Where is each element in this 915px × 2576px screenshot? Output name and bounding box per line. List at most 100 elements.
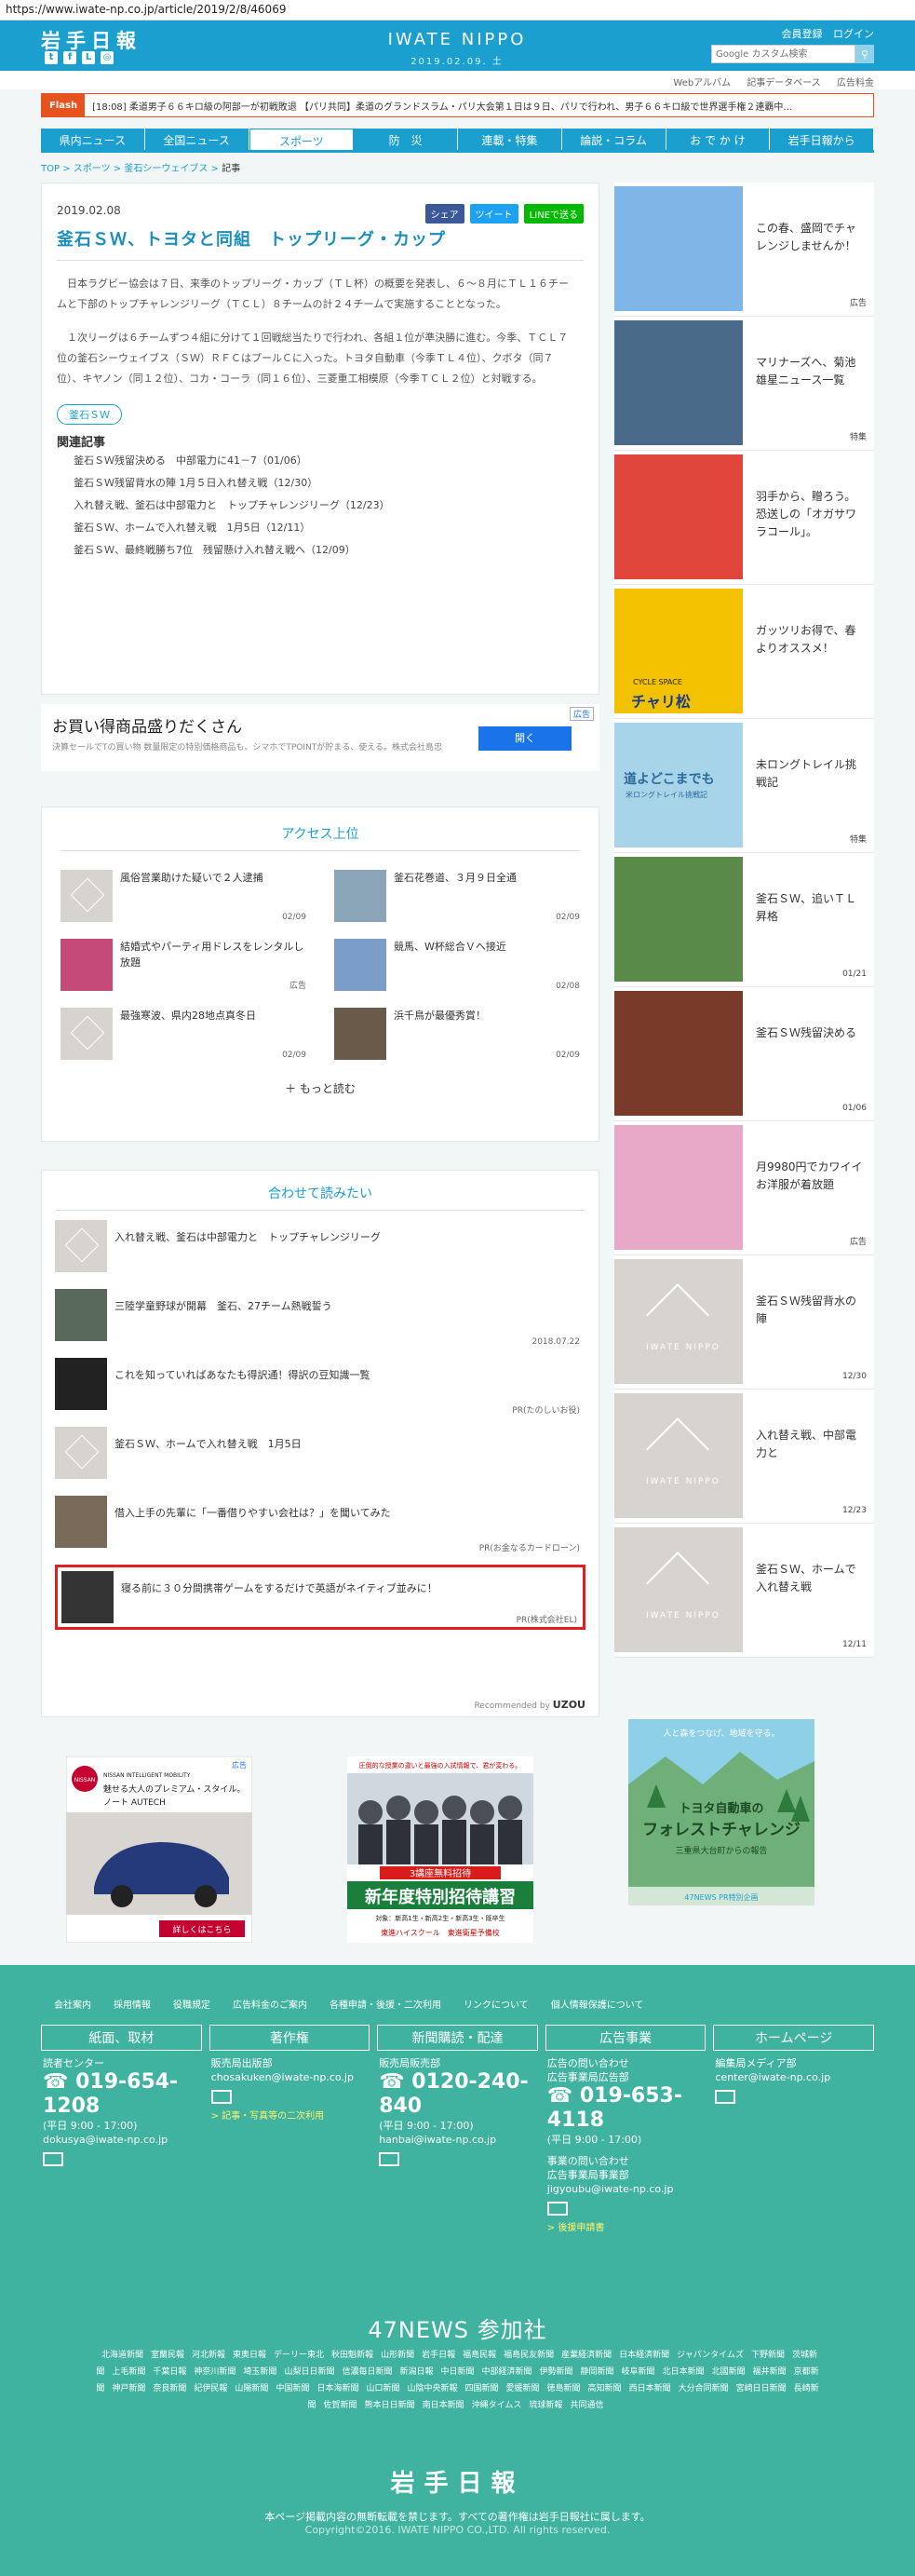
sidebar-thumbnail[interactable]: CYCLE SPACE チャリ松 xyxy=(614,589,743,713)
recommendation-thumbnail[interactable] xyxy=(55,1496,107,1548)
ranking-title[interactable]: 浜千鳥が最優秀賞！ xyxy=(394,1008,486,1064)
breadcrumb-sports[interactable]: スポーツ xyxy=(74,164,111,174)
mail-icon[interactable] xyxy=(715,2090,736,2104)
member-paper-link[interactable]: 中日新聞 xyxy=(440,2367,474,2377)
member-paper-link[interactable]: 南日本新聞 xyxy=(423,2401,464,2410)
member-paper-link[interactable]: 埼玉新聞 xyxy=(243,2367,276,2377)
sidebar-title[interactable]: この春、盛岡でチャレンジしませんか！ xyxy=(743,186,874,312)
nav-outings[interactable]: お で か け xyxy=(666,129,771,150)
member-paper-link[interactable]: 日本海新聞 xyxy=(316,2384,358,2393)
member-paper-link[interactable]: 琉球新報 xyxy=(529,2401,562,2410)
member-paper-link[interactable]: 神戸新聞 xyxy=(112,2384,145,2393)
phone-number[interactable]: ☎ 0120-240-840 xyxy=(379,2070,536,2119)
footer-link[interactable]: 採用情報 xyxy=(114,1997,151,2011)
member-paper-link[interactable]: 山形新聞 xyxy=(381,2351,414,2360)
related-link[interactable]: 釜石ＳＷ、ホームで入れ替え戦 1月5日（12/11） xyxy=(57,517,584,539)
member-paper-link[interactable]: 岐阜新聞 xyxy=(622,2367,655,2377)
sidebar-item[interactable]: 釜石ＳＷ、追いＴＬ昇格 01/21 xyxy=(614,853,874,987)
footer-link[interactable]: 役職規定 xyxy=(173,1997,210,2011)
related-link[interactable]: 釜石ＳＷ残留決める 中部電力に41－7（01/06） xyxy=(57,450,584,472)
ranking-title[interactable]: 結婚式やパーティ用ドレスをレンタルし放題 xyxy=(120,939,306,995)
member-paper-link[interactable]: 四国新聞 xyxy=(465,2384,499,2393)
sidebar-item[interactable]: 羽手から、贈ろう。恐送しの「オガサワラコール」。 xyxy=(614,451,874,585)
instagram-icon[interactable]: ◎ xyxy=(101,51,114,64)
sidebar-thumbnail[interactable] xyxy=(614,857,743,982)
flash-text[interactable]: [18:08] 柔道男子６６キロ級の阿部一が初戦敗退 【パリ共同】柔道のグランド… xyxy=(85,99,792,113)
member-paper-link[interactable]: 大分合同新聞 xyxy=(679,2384,729,2393)
ranking-item[interactable]: 競馬、W杯総合Ｖへ接近 02/08 xyxy=(334,939,580,995)
twitter-share-button[interactable]: ツイート xyxy=(469,204,518,224)
footer-email[interactable]: dokusya@iwate-np.co.jp xyxy=(43,2133,200,2147)
ranking-item[interactable]: 結婚式やパーティ用ドレスをレンタルし放題 広告 xyxy=(61,939,306,995)
sidebar-title[interactable]: 釜石ＳＷ、追いＴＬ昇格 xyxy=(743,857,874,983)
facebook-icon[interactable]: f xyxy=(63,51,76,64)
highlighted-recommendation[interactable]: 寝る前に３０分間携帯ゲームをするだけで英語がネイティブ並みに！ PR(株式会社EL… xyxy=(55,1565,585,1630)
register-link[interactable]: 会員登録 xyxy=(782,28,823,40)
footer-email[interactable]: center@iwate-np.co.jp xyxy=(715,2070,872,2084)
sidebar-thumbnail[interactable]: IWATE NIPPO xyxy=(614,1259,743,1384)
sidebar-title[interactable]: 羽手から、贈ろう。恐送しの「オガサワラコール」。 xyxy=(743,454,874,580)
sidebar-item[interactable]: IWATE NIPPO 釜石ＳＷ残留背水の陣 12/30 xyxy=(614,1255,874,1390)
member-paper-link[interactable]: 岩手日報 xyxy=(422,2351,455,2360)
member-paper-link[interactable]: 愛媛新聞 xyxy=(506,2384,540,2393)
member-paper-link[interactable]: 福島民友新聞 xyxy=(504,2351,554,2360)
recommendation-title[interactable]: 三陸学童野球が開幕 釜石、27チーム熱戦誓う xyxy=(114,1298,332,1349)
twitter-icon[interactable]: t xyxy=(45,51,58,64)
member-paper-link[interactable]: 高知新聞 xyxy=(588,2384,622,2393)
footer-email[interactable]: hanbai@iwate-np.co.jp xyxy=(379,2133,536,2147)
sidebar-item[interactable]: マリナーズへ、菊池雄星ニュース一覧 特集 xyxy=(614,317,874,451)
reuse-link[interactable]: > 記事・写真等の二次利用 xyxy=(211,2109,369,2123)
sponsorship-link[interactable]: > 後援申請書 xyxy=(547,2221,705,2235)
breadcrumb-top[interactable]: TOP xyxy=(41,164,60,174)
member-paper-link[interactable]: 徳島新聞 xyxy=(547,2384,581,2393)
recommendation-thumbnail[interactable] xyxy=(55,1289,107,1341)
breadcrumb-team[interactable]: 釜石シーウェイブス xyxy=(124,164,208,174)
more-button[interactable]: ＋ もっと読む xyxy=(61,1080,580,1096)
recommendation-title[interactable]: これを知っていればあなたも得訳通！得訳の豆知識一覧 xyxy=(114,1367,370,1417)
text-ad[interactable]: 広告 お買い得商品盛りだくさん 決算セールでTの買い物 数量限定の特別価格商品も… xyxy=(41,704,599,771)
line-icon[interactable]: L xyxy=(82,51,95,64)
footer-logo[interactable]: 岩手日報 xyxy=(0,2464,915,2499)
sidebar-title[interactable]: 未ロングトレイル挑戦記 xyxy=(743,723,874,848)
ranking-thumbnail[interactable] xyxy=(334,870,386,922)
footer-link[interactable]: 個人情報保護について xyxy=(551,1997,644,2011)
member-paper-link[interactable]: 北日本新聞 xyxy=(663,2367,705,2377)
recommendation-item[interactable]: 借入上手の先輩に「一番借りやすい会社は？」を聞いてみた PR(お金なるカードローン… xyxy=(55,1496,585,1555)
member-paper-link[interactable]: 産業経済新聞 xyxy=(561,2351,612,2360)
sidebar-item[interactable]: 月9980円でカワイイお洋服が着放題 広告 xyxy=(614,1121,874,1255)
phone-number[interactable]: ☎ 019-653-4118 xyxy=(547,2084,705,2133)
nav-sports[interactable]: スポーツ xyxy=(249,129,355,150)
ad-open-button[interactable]: 開く xyxy=(478,726,572,751)
ranking-item[interactable]: 浜千鳥が最優秀賞！ 02/09 xyxy=(334,1008,580,1064)
recommendation-title[interactable]: 入れ替え戦、釜石は中部電力と トップチャレンジリーグ xyxy=(114,1229,381,1280)
ranking-title[interactable]: 風俗営業助けた疑いで２人逮捕 xyxy=(120,870,263,926)
member-paper-link[interactable]: 河北新報 xyxy=(192,2351,225,2360)
ranking-thumbnail[interactable] xyxy=(334,939,386,991)
ranking-item[interactable]: 風俗営業助けた疑いで２人逮捕 02/09 xyxy=(61,870,306,926)
member-paper-link[interactable]: 山梨日日新聞 xyxy=(284,2367,334,2377)
nav-editorial[interactable]: 論説・コラム xyxy=(561,129,666,150)
member-paper-link[interactable]: 信濃毎日新聞 xyxy=(342,2367,392,2377)
nav-disaster[interactable]: 防 災 xyxy=(354,129,458,150)
member-paper-link[interactable]: 下野新聞 xyxy=(751,2351,785,2360)
related-link[interactable]: 入れ替え戦、釜石は中部電力と トップチャレンジリーグ（12/23） xyxy=(57,495,584,517)
member-paper-link[interactable]: 静岡新聞 xyxy=(581,2367,614,2377)
nav-national-news[interactable]: 全国ニュース xyxy=(144,129,249,150)
nav-features[interactable]: 連載・特集 xyxy=(458,129,562,150)
center-logo[interactable]: IWATE NIPPO 2019.02.09. 土 xyxy=(369,30,545,67)
recommendation-item[interactable]: 釜石ＳＷ、ホームで入れ替え戦 1月5日 xyxy=(55,1427,585,1486)
member-paper-link[interactable]: 熊本日日新聞 xyxy=(365,2401,415,2410)
member-paper-link[interactable]: 北海道新聞 xyxy=(101,2351,143,2360)
mail-icon[interactable] xyxy=(210,2090,232,2104)
member-paper-link[interactable]: 北國新聞 xyxy=(712,2367,746,2377)
address-bar[interactable]: https://www.iwate-np.co.jp/article/2019/… xyxy=(0,0,915,20)
sidebar-thumbnail[interactable] xyxy=(614,320,743,445)
ranking-title[interactable]: 競馬、W杯総合Ｖへ接近 xyxy=(394,939,506,995)
member-paper-link[interactable]: 福島民報 xyxy=(463,2351,496,2360)
ranking-title[interactable]: 釜石花巻道、３月９日全通 xyxy=(394,870,517,926)
search-input[interactable] xyxy=(711,45,855,63)
sidebar-thumbnail[interactable]: 道よどこまでも 米ロングトレイル挑戦記 xyxy=(614,723,743,847)
recommendation-thumbnail[interactable] xyxy=(55,1358,107,1410)
member-paper-link[interactable]: 西日本新聞 xyxy=(629,2384,671,2393)
sidebar-item[interactable]: この春、盛岡でチャレンジしませんか！ 広告 xyxy=(614,183,874,317)
